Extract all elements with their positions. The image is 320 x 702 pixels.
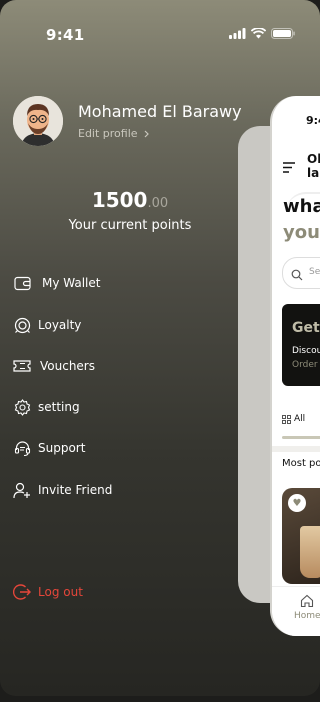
status-bar: 9:41 [0, 24, 320, 44]
points-value: 1500.00 [0, 188, 260, 212]
points-decimals: .00 [147, 196, 169, 211]
category-tab-all[interactable]: All [282, 414, 305, 424]
edit-profile-label: Edit profile [78, 127, 138, 140]
preview-headline-line1: wha [283, 196, 320, 217]
preview-status-time: 9:4 [306, 114, 320, 127]
menu-item-label: Vouchers [40, 359, 95, 373]
search-icon [291, 266, 303, 285]
avatar[interactable] [13, 96, 63, 146]
side-drawer: 9:41 Mohamed El Barawy Edit profile 1500… [0, 0, 320, 696]
grid-icon [282, 414, 291, 424]
add-user-icon [13, 481, 31, 499]
preview-section-title: Most po [282, 458, 320, 469]
promo-line2: Order [292, 360, 318, 370]
menu-item-invite-friend[interactable]: Invite Friend [13, 481, 112, 499]
promo-title: Get [292, 320, 320, 336]
menu-item-wallet[interactable]: My Wallet [13, 274, 100, 292]
wifi-icon [251, 28, 266, 39]
category-all-label: All [294, 414, 306, 424]
menu-item-label: Support [38, 441, 86, 455]
nav-home-label[interactable]: Home [294, 611, 320, 621]
wallet-icon [13, 274, 31, 292]
preview-promo-card[interactable]: Get Discou Order [282, 304, 320, 386]
home-icon[interactable] [300, 593, 314, 612]
chevron-right-icon [144, 130, 149, 137]
promo-line1: Discou [292, 346, 320, 356]
preview-title-line2: la [307, 166, 320, 180]
preview-divider [272, 446, 320, 452]
hamburger-icon[interactable] [282, 158, 296, 177]
status-time: 9:41 [46, 26, 85, 44]
points-label: Your current points [68, 218, 192, 233]
menu-item-loyalty[interactable]: Loyalty [13, 316, 81, 334]
gear-icon [13, 398, 31, 416]
heart-icon[interactable]: ♥ [288, 494, 306, 512]
menu-item-setting[interactable]: setting [13, 398, 80, 416]
menu-item-label: Invite Friend [38, 483, 113, 497]
profile-name: Mohamed El Barawy [78, 102, 242, 121]
logout-button[interactable]: Log out [13, 583, 83, 601]
preview-title-line1: Ol [307, 152, 320, 166]
preview-headline-line2: you [283, 222, 320, 243]
ticket-icon [13, 357, 31, 375]
search-placeholder: Sea [309, 267, 320, 277]
points-number: 1500 [91, 188, 148, 212]
preview-bottom-nav: Home [272, 586, 320, 636]
menu-item-label: setting [38, 400, 80, 414]
logout-label: Log out [38, 585, 83, 599]
preview-app-title: Ol la [307, 152, 320, 180]
app-preview[interactable]: 9:4 Ol la wha you Sea Get Discou Order A… [270, 96, 320, 636]
loyalty-icon [13, 316, 31, 334]
menu-item-label: My Wallet [42, 276, 101, 290]
signal-icon [229, 28, 246, 39]
menu-item-vouchers[interactable]: Vouchers [13, 357, 95, 375]
menu-item-label: Loyalty [38, 318, 82, 332]
preview-search-input[interactable]: Sea [282, 257, 320, 289]
category-underline [282, 436, 320, 439]
menu-item-support[interactable]: Support [13, 439, 85, 457]
battery-icon [271, 28, 295, 39]
preview-product-card[interactable]: ♥ [282, 488, 320, 584]
logout-icon [13, 583, 31, 601]
product-image [300, 526, 320, 578]
edit-profile-link[interactable]: Edit profile [78, 127, 149, 140]
headset-icon [13, 439, 31, 457]
status-icons [229, 28, 295, 39]
